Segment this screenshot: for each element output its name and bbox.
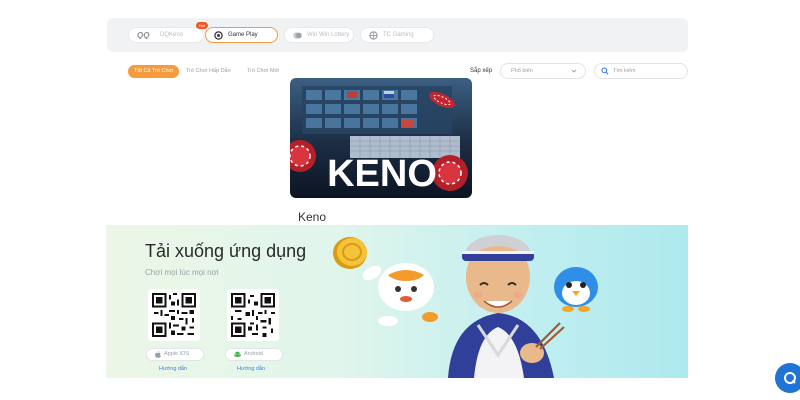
tc-gaming-icon [369,30,378,40]
keno-thumbnail: KENO [290,78,472,198]
android-download-button[interactable]: Android [225,348,283,361]
winwin-icon [293,31,302,39]
provider-tab-tc-gaming[interactable]: TC Gaming [360,27,434,43]
download-app-banner: Tải xuống ứng dụng Chơi mọi lúc mọi nơi [106,225,688,378]
gold-coin-icon [333,237,367,269]
sort-label: Sắp xếp [470,68,493,74]
provider-tab-label: Win Win Lottery [307,32,350,38]
support-chat-button[interactable] [775,363,800,393]
android-icon [234,351,241,357]
svg-text:QQ: QQ [137,31,150,39]
keno-logo-text: KENO [327,153,437,195]
sort-dropdown[interactable]: Phổ biến [500,63,586,79]
banner-title: Tải xuống ứng dụng [145,241,307,261]
chevron-down-icon [571,69,577,73]
provider-tab-winwin[interactable]: Win Win Lottery [284,27,354,43]
blue-penguin-character [554,267,598,312]
android-qr-code [227,289,279,341]
search-icon [601,67,609,75]
provider-tab-label: Game Play [228,32,258,38]
game-title[interactable]: Keno [298,210,326,224]
provider-tab-dqkeno[interactable]: QQ DQKeno Hot [128,22,208,43]
android-guide-link[interactable]: Hướng dẫn [237,366,265,372]
old-chef-character [448,235,565,378]
provider-tab-label: TC Gaming [383,32,414,38]
ios-download-button[interactable]: Apple IOS [146,348,204,361]
hot-badge: Hot [195,22,208,29]
filter-new-games[interactable]: Trò Chơi Mới [241,65,285,78]
filter-all-games[interactable]: Tất Cả Trò Chơi [128,65,180,78]
ios-label: Apple IOS [164,351,190,357]
search-placeholder: Tìm kiếm [613,68,636,74]
provider-tab-bar: QQ DQKeno Hot Game Play Win Win Lottery … [107,18,688,52]
sort-value: Phổ biến [511,68,533,74]
mascot-illustration [333,235,598,378]
search-input[interactable]: Tìm kiếm [594,63,688,79]
ios-qr-code [148,289,200,341]
provider-tab-label: DQKeno [160,32,184,38]
game-card-keno[interactable]: KENO [290,78,472,198]
ios-guide-link[interactable]: Hướng dẫn [159,366,187,372]
gameplay-icon [214,30,223,40]
white-mascot [362,263,438,326]
filter-hot-games[interactable]: Trò Chơi Hấp Dẫn [180,65,237,78]
provider-tab-gameplay[interactable]: Game Play [205,27,278,43]
android-label: Android [244,351,263,357]
banner-subtitle: Chơi mọi lúc mọi nơi [145,268,219,277]
support-chat-icon [784,372,796,384]
dq-logo-icon: QQ [137,31,150,39]
apple-icon [155,351,161,358]
